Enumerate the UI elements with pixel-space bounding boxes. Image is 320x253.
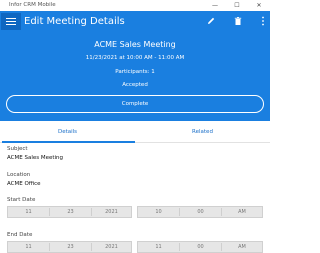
app-title: Infor CRM Mobile (9, 2, 56, 8)
more-icon[interactable] (257, 15, 269, 27)
active-tab-indicator (2, 141, 135, 143)
end-date-label: End Date (7, 232, 33, 238)
end-year[interactable]: 2021 (92, 242, 131, 252)
end-day[interactable]: 23 (50, 242, 91, 252)
participants-count[interactable]: Participants: 1 (0, 69, 270, 75)
start-day[interactable]: 23 (50, 207, 91, 217)
start-date-label: Start Date (7, 197, 36, 203)
meeting-title: ACME Sales Meeting (94, 40, 176, 49)
end-hour[interactable]: 11 (138, 242, 179, 252)
start-month[interactable]: 11 (8, 207, 49, 217)
start-time-picker[interactable]: 10 00 AM (137, 206, 263, 218)
end-minute[interactable]: 00 (180, 242, 221, 252)
start-hour[interactable]: 10 (138, 207, 179, 217)
close-window-button[interactable]: ✕ (248, 0, 270, 11)
meeting-time: 11/23/2021 at 10:00 AM - 11:00 AM (85, 55, 185, 61)
edit-icon[interactable] (205, 15, 217, 27)
tab-related[interactable]: Related (135, 121, 270, 143)
menu-icon[interactable] (1, 13, 21, 30)
minimize-button[interactable]: — (204, 0, 226, 11)
subject-field[interactable]: ACME Sales Meeting (7, 155, 63, 161)
meeting-header: Edit Meeting Details ACME Sales Meeting … (0, 11, 270, 121)
tab-details[interactable]: Details (0, 121, 135, 143)
start-date-picker[interactable]: 11 23 2021 (7, 206, 132, 218)
start-year[interactable]: 2021 (92, 207, 131, 217)
location-label: Location (7, 172, 31, 178)
end-period[interactable]: AM (222, 242, 262, 252)
page-title: Edit Meeting Details (24, 16, 125, 27)
tab-bar: Details Related (0, 121, 270, 143)
end-time-picker[interactable]: 11 00 AM (137, 241, 263, 253)
start-minute[interactable]: 00 (180, 207, 221, 217)
location-field[interactable]: ACME Office (7, 181, 41, 187)
end-date-picker[interactable]: 11 23 2021 (7, 241, 132, 253)
start-period[interactable]: AM (222, 207, 262, 217)
end-month[interactable]: 11 (8, 242, 49, 252)
trash-icon[interactable] (232, 15, 244, 27)
complete-button[interactable]: Complete (6, 95, 264, 113)
subject-label: Subject (7, 146, 28, 152)
window-titlebar: Infor CRM Mobile — ☐ ✕ (0, 0, 270, 11)
status-text: Accepted (122, 82, 148, 88)
maximize-button[interactable]: ☐ (226, 0, 248, 11)
